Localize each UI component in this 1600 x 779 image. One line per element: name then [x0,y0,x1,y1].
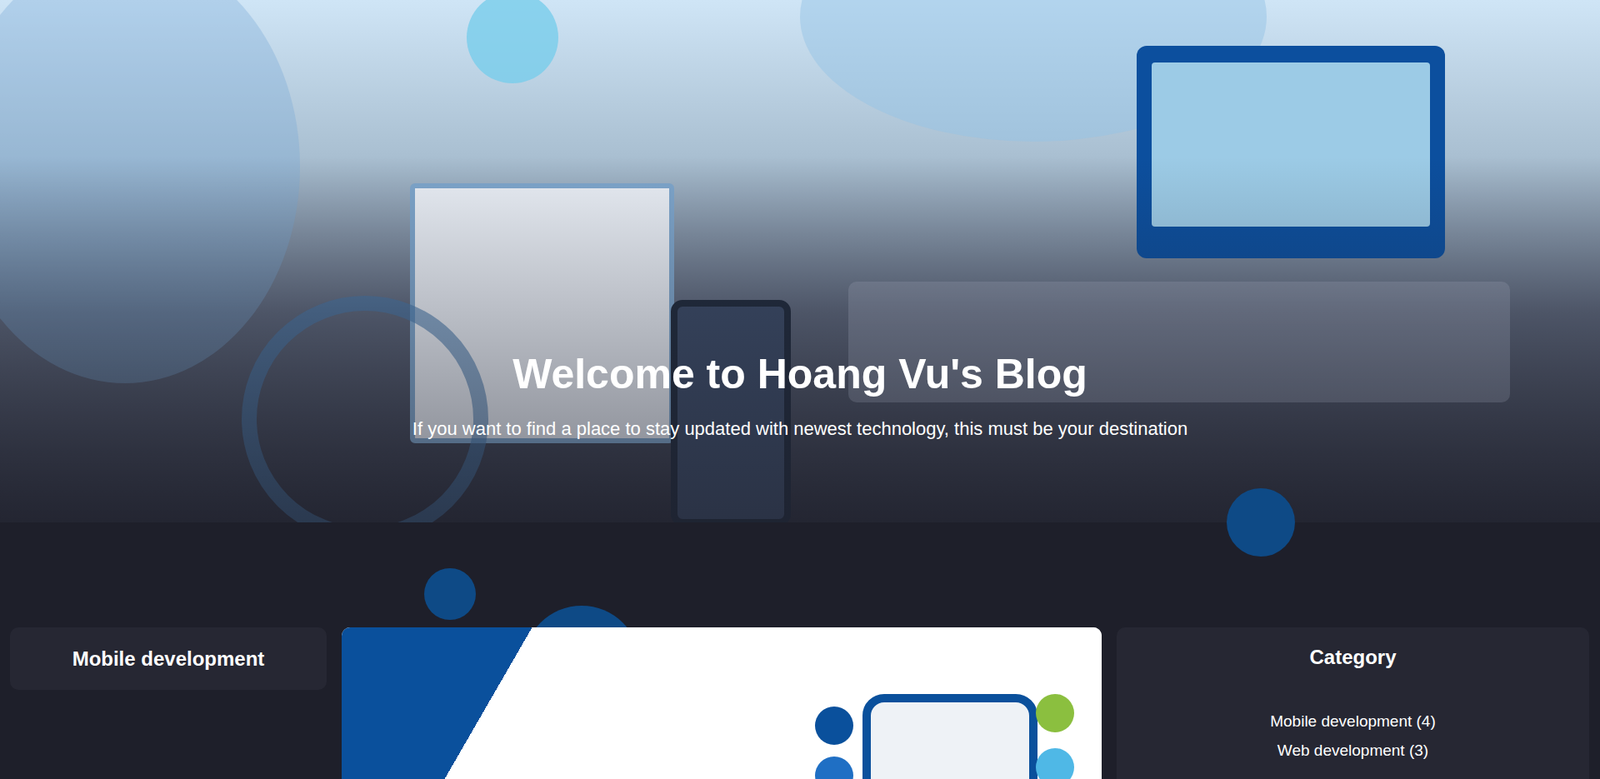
hero-subtitle: If you want to find a place to stay upda… [412,417,1188,441]
decor-dot [424,568,476,620]
current-category-title[interactable]: Mobile development [72,646,265,672]
category-item[interactable]: Web development (3) [1133,735,1573,765]
post-card[interactable] [341,627,1102,779]
post-image[interactable] [341,627,1102,779]
category-item[interactable]: Mobile development (4) [1133,706,1573,736]
blog-page: Welcome to Hoang Vu's Blog If you want to… [0,0,1600,779]
current-category-card: Mobile development [10,627,327,690]
category-list: Mobile development (4)Web development (3… [1133,706,1573,765]
hero-title: Welcome to Hoang Vu's Blog [512,349,1088,400]
content-area: Mobile development Category Mobile develop… [0,522,1600,779]
category-title: Category [1133,645,1573,670]
category-card: Category Mobile development (4)Web develo… [1116,627,1590,779]
hero-banner: Welcome to Hoang Vu's Blog If you want to… [0,0,1600,523]
decor-dot [1226,488,1295,557]
